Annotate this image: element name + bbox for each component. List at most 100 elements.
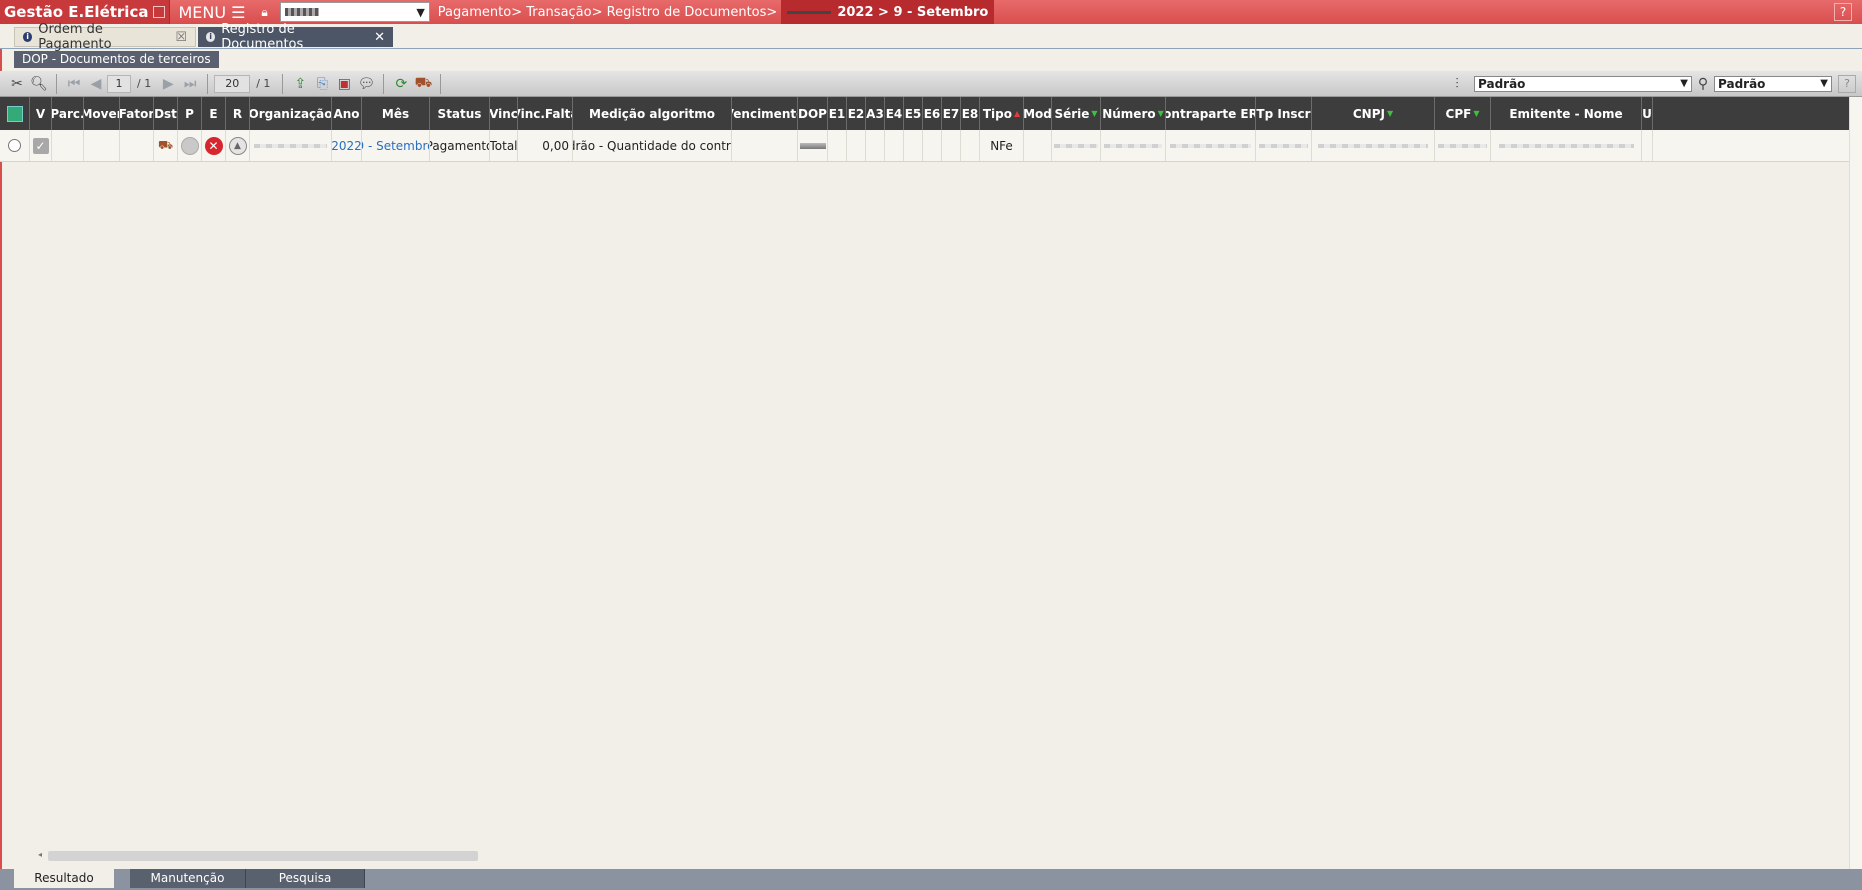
comment-icon[interactable]: 💬︎ [355,74,377,94]
col-header[interactable]: Contraparte ERP [1166,97,1256,130]
col-header[interactable]: Tp Inscr [1256,97,1312,130]
col-header[interactable]: E5 [904,97,923,130]
tab-label: Ordem de Pagamento [38,22,112,52]
dop-bar-icon[interactable] [799,142,826,149]
prev-page-icon[interactable]: ◀ [85,74,107,94]
col-header-serie[interactable]: Série ▼ [1052,97,1101,130]
help-icon[interactable]: ? [1834,3,1852,21]
help-icon[interactable]: ? [1838,74,1856,93]
report-icon[interactable]: ▣ [333,74,355,94]
rows-per-page-input[interactable]: 20 [214,74,251,93]
organization-select[interactable]: ▼ [279,2,430,22]
col-header[interactable]: E1 [828,97,847,130]
col-header[interactable]: A3 [866,97,885,130]
view-select[interactable]: Padrão ▼ [1474,75,1692,92]
menu-button[interactable]: MENU ☰ [170,3,253,22]
export-icon[interactable]: ⇪ [289,74,311,94]
col-header[interactable]: R [226,97,250,130]
col-header[interactable]: Ano [332,97,362,130]
ano-cell[interactable]: 2022 [332,130,362,161]
table-row[interactable]: ✓ ⛟ ✕ ▲ 2022 9 - Setembro Pagamento Tota… [0,130,1862,162]
tab-resultado[interactable]: Resultado [14,869,114,888]
checkbox-icon[interactable]: ✓ [32,137,49,154]
col-header[interactable]: E [202,97,226,130]
minimize-icon[interactable] [153,6,166,18]
col-header-cnpj[interactable]: CNPJ ▼ [1312,97,1435,130]
col-header[interactable]: Fator [120,97,154,130]
redacted-value [1437,143,1488,148]
col-header[interactable]: Medição algoritmo [573,97,732,130]
tab-registro-de-documentos[interactable]: i Registro de Documentos ✕ [198,22,393,52]
col-header[interactable]: E2 [847,97,866,130]
lock-icon[interactable]: 🔒︎ [253,5,275,20]
close-icon[interactable]: ✕ [374,30,385,45]
col-header[interactable]: P [178,97,202,130]
p-cell[interactable] [178,130,202,161]
col-header[interactable]: Dst [154,97,178,130]
last-page-icon[interactable]: ⏭ [179,74,201,94]
search-icon[interactable]: 🔍︎ [28,74,50,94]
r-cell[interactable]: ▲ [226,130,250,161]
row-select-cell[interactable] [0,130,30,161]
e-cell[interactable]: ✕ [202,130,226,161]
refresh-icon[interactable]: ⟳ [390,74,412,94]
col-header[interactable]: E7 [942,97,961,130]
copy-icon[interactable]: ⎘ [311,74,333,94]
tab-manutencao[interactable]: Manutenção [130,869,246,888]
e6-cell [923,130,942,161]
col-header[interactable]: U [1642,97,1653,130]
col-header-numero[interactable]: Número ▼ [1101,97,1166,130]
col-header-label: CPF [1445,106,1472,121]
truck-icon[interactable]: ⛟ [412,74,434,94]
sub-tab-dop[interactable]: DOP - Documentos de terceiros [14,51,219,68]
mes-cell[interactable]: 9 - Setembro [362,130,430,161]
emitente-cell [1491,130,1642,161]
vertical-scrollbar[interactable] [1849,97,1862,879]
col-header[interactable]: E6 [923,97,942,130]
truck-icon[interactable]: ⛟ [158,138,173,154]
grid-settings-icon[interactable] [6,105,23,122]
redacted-value [1170,143,1251,148]
tools-icon[interactable]: ✂ [6,74,28,94]
col-header[interactable]: Vinc [490,97,518,130]
page-number-input[interactable]: 1 [107,74,131,93]
filter-select[interactable]: Padrão ▼ [1714,75,1832,92]
dop-cell[interactable] [798,130,828,161]
col-header[interactable]: Emitente - Nome [1491,97,1642,130]
app-title-box[interactable]: Gestão E.Elétrica [0,0,171,24]
col-header[interactable]: V [30,97,52,130]
close-icon[interactable]: ☒ [175,30,187,45]
chevron-down-icon: ▼ [416,5,425,19]
col-header[interactable]: Organização [250,97,332,130]
dst-cell[interactable]: ⛟ [154,130,178,161]
scrollbar-thumb[interactable] [48,851,478,861]
sliders-icon[interactable]: ⫶ [1446,74,1468,94]
v-cell[interactable]: ✓ [30,130,52,161]
col-header[interactable]: Vencimento [732,97,798,130]
col-header[interactable]: DOP [798,97,828,130]
horizontal-scrollbar[interactable]: ◂ [38,850,1848,862]
col-header-cpf[interactable]: CPF ▼ [1435,97,1491,130]
col-header[interactable]: Mod [1024,97,1052,130]
col-header[interactable]: Mover [84,97,120,130]
col-header[interactable]: E8 [961,97,980,130]
next-page-icon[interactable]: ▶ [157,74,179,94]
status-circle-icon[interactable] [180,136,199,155]
key-icon[interactable]: ⚲ [1698,74,1708,94]
scroll-left-icon[interactable]: ◂ [38,850,42,859]
col-header[interactable]: Vinc.Falta [518,97,573,130]
col-header[interactable]: Parc. [52,97,84,130]
first-page-icon[interactable]: ⏮ [63,74,85,94]
tab-pesquisa[interactable]: Pesquisa [246,869,365,888]
col-header[interactable]: Mês [362,97,430,130]
col-header[interactable]: Status [430,97,490,130]
grid-settings-icon-cell[interactable] [0,97,30,130]
vinc-falta-cell: 0,00 [518,130,573,161]
tab-ordem-de-pagamento[interactable]: i Ordem de Pagamento ☒ [14,22,196,52]
row-radio[interactable] [8,139,21,152]
error-x-icon[interactable]: ✕ [204,136,223,155]
up-circle-icon[interactable]: ▲ [228,136,247,155]
col-header[interactable]: E4 [885,97,904,130]
sort-icon: ▼ [1091,109,1098,118]
col-header-tipo[interactable]: Tipo ▲ [980,97,1024,130]
